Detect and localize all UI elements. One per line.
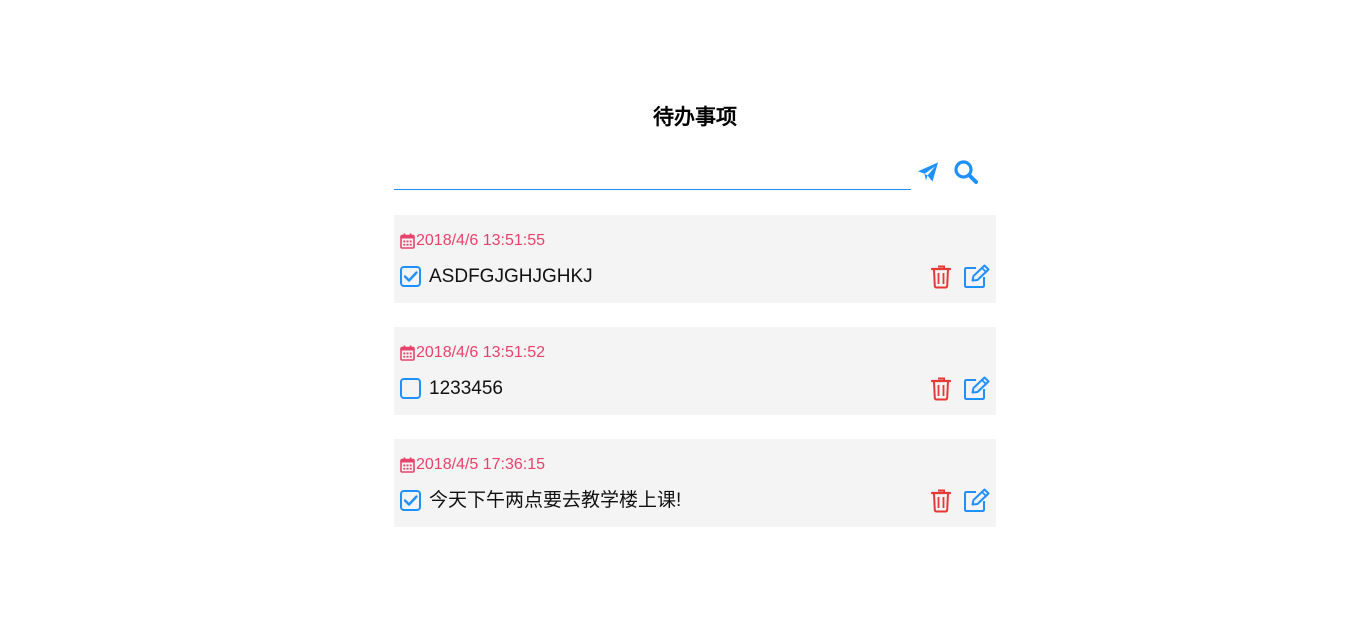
todo-input[interactable] [394,156,911,190]
todo-list: 2018/4/6 13:51:55 ASDFGJGHJGHKJ 2018/4/6… [394,215,996,551]
todo-item: 2018/4/6 13:51:55 ASDFGJGHJGHKJ [394,215,996,303]
delete-button[interactable] [931,264,951,289]
todo-date-text: 2018/4/5 17:36:15 [416,456,546,473]
todo-item: 2018/4/6 13:51:52 1233456 [394,327,996,415]
trash-icon [931,489,951,513]
todo-date: 2018/4/5 17:36:15 [400,455,545,475]
todo-text: ASDFGJGHJGHKJ [429,266,593,287]
todo-text: 1233456 [429,378,503,399]
send-icon [918,162,938,182]
search-icon [954,160,978,184]
edit-icon [964,376,990,400]
edit-button[interactable] [963,376,990,401]
todo-checkbox[interactable] [400,378,421,399]
edit-icon [964,488,990,512]
calendar-icon [400,233,415,249]
checkbox-checked-icon [400,266,421,287]
trash-icon [931,377,951,401]
calendar-icon [400,345,415,361]
todo-date-text: 2018/4/6 13:51:52 [416,344,546,361]
trash-icon [931,265,951,289]
todo-checkbox[interactable] [400,266,421,287]
delete-button[interactable] [931,488,951,513]
todo-date: 2018/4/6 13:51:55 [400,231,545,251]
checkbox-checked-icon [400,490,421,511]
todo-date-text: 2018/4/6 13:51:55 [416,232,546,249]
checkbox-unchecked-icon [400,378,421,399]
todo-item: 2018/4/5 17:36:15 今天下午两点要去教学楼上课! [394,439,996,527]
calendar-icon [400,457,415,473]
todo-date: 2018/4/6 13:51:52 [400,343,545,363]
todo-text: 今天下午两点要去教学楼上课! [429,490,682,511]
todo-checkbox[interactable] [400,490,421,511]
edit-button[interactable] [963,488,990,513]
page-title: 待办事项 [653,105,737,129]
edit-button[interactable] [963,264,990,289]
search-button[interactable] [953,159,979,185]
delete-button[interactable] [931,376,951,401]
send-button[interactable] [916,160,940,184]
input-row [394,156,996,192]
edit-icon [964,264,990,288]
